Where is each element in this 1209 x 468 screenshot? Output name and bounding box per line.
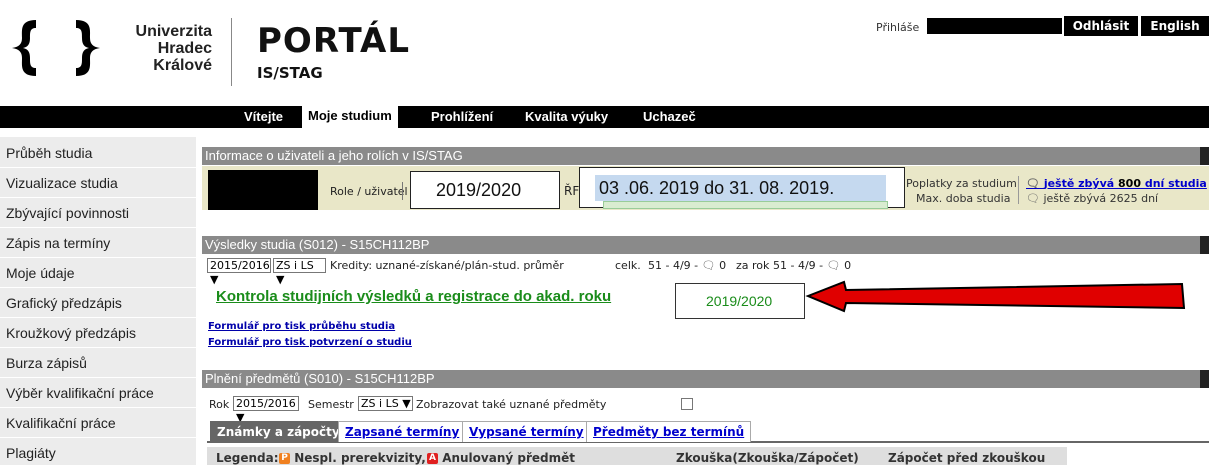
- chat-icon: 🗨: [1026, 192, 1040, 205]
- english-language-button[interactable]: English: [1141, 16, 1209, 36]
- sidebar-item-zbyvajici-povinnosti[interactable]: Zbývající povinnosti: [0, 199, 196, 228]
- sidebar-item-burza-zapisu[interactable]: Burza zápisů: [0, 349, 196, 378]
- show-recognized-checkbox[interactable]: [681, 398, 693, 410]
- semester-label: Semestr: [308, 398, 354, 411]
- help-icon[interactable]: [1200, 147, 1209, 165]
- university-name-line2: Hradec: [157, 40, 212, 57]
- column-header-credit: Zápočet před zkouškou: [888, 451, 1046, 465]
- print-study-progress-link[interactable]: Formulář pro tisk průběhu studia: [208, 321, 395, 332]
- fees-value-suffix: dní studia: [1140, 177, 1207, 190]
- chat-icon: 🗨: [701, 259, 716, 272]
- red-arrow-annotation-icon: [805, 280, 1186, 313]
- university-logo-braces-icon: [12, 20, 100, 76]
- total-value-text: 51 - 4/9 -: [648, 259, 702, 272]
- header-divider: [231, 18, 232, 86]
- tab-znamky-a-zapocty[interactable]: Známky a zápočty: [210, 421, 347, 442]
- max-duration-text: ještě zbývá 2625 dní: [1043, 192, 1159, 205]
- max-duration-value: 🗨 ještě zbývá 2625 dní: [1026, 192, 1158, 205]
- per-year-value: 51 - 4/9 - 🗨 0: [773, 259, 851, 272]
- nav-item-moje-studium[interactable]: Moje studium: [302, 104, 398, 128]
- print-study-confirmation-link[interactable]: Formulář pro tisk potvrzení o studiu: [208, 337, 412, 348]
- total-label: celk.: [615, 259, 641, 272]
- sidebar-item-moje-udaje[interactable]: Moje údaje: [0, 259, 196, 288]
- tab-predmety-bez-terminu[interactable]: Předměty bez termínů: [586, 421, 752, 442]
- redacted-username: [927, 18, 1062, 34]
- logged-in-label: Přihláše: [876, 21, 920, 34]
- fees-value-prefix: ještě zbývá: [1043, 177, 1119, 190]
- portal-title: PORTÁL: [257, 21, 411, 61]
- subjects-panel-header: Plnění předmětů (S010) - S15CH112BP: [202, 370, 1209, 388]
- role-fragment-text: ŘF: [564, 184, 580, 198]
- total-value: 51 - 4/9 - 🗨 0: [648, 259, 726, 272]
- results-panel-title: Výsledky studia (S012) - S15CH112BP: [205, 237, 430, 252]
- help-icon[interactable]: [1200, 236, 1209, 254]
- university-name-line3: Králové: [153, 57, 212, 74]
- academic-year-overlay: 2019/2020: [410, 171, 560, 209]
- subjects-panel-title: Plnění předmětů (S010) - S15CH112BP: [205, 371, 435, 386]
- chevron-down-icon: ▼: [402, 397, 411, 410]
- logout-button[interactable]: Odhlásit: [1064, 16, 1138, 36]
- nav-item-prohlizeni[interactable]: Prohlížení: [431, 106, 493, 128]
- max-duration-label: Max. doba studia: [916, 192, 1011, 205]
- tab-zapsane-terminy[interactable]: Zapsané termíny: [338, 421, 467, 442]
- portal-subtitle: IS/STAG: [257, 64, 323, 82]
- info-panel-title: Informace o uživateli a jeho rolích v IS…: [205, 148, 463, 163]
- nav-item-uchazec[interactable]: Uchazeč: [643, 106, 696, 128]
- results-year-select[interactable]: 2015/2016 ▼: [207, 258, 271, 286]
- fees-label: Poplatky za studium: [906, 177, 1017, 190]
- legend-label: Legenda:: [216, 451, 279, 465]
- green-status-strip: [603, 201, 888, 209]
- fees-value-bold: 800: [1118, 177, 1141, 190]
- legend-annulled: A Anulovaný předmět: [427, 451, 575, 465]
- sidebar-item-graficky-predzapis[interactable]: Grafický předzápis: [0, 289, 196, 318]
- subjects-year-label: Rok: [209, 398, 230, 411]
- legend-prereq: P Nespl. prerekvizity,: [279, 451, 426, 465]
- legend-annulled-text: Anulovaný předmět: [442, 451, 575, 465]
- role-separator: [402, 182, 403, 200]
- total-zero: 0: [719, 259, 727, 272]
- show-recognized-label: Zobrazovat také uznané předměty: [416, 398, 607, 411]
- sidebar-item-prubeh-studia[interactable]: Průběh studia: [0, 139, 196, 168]
- role-label: Role / uživatel: [330, 185, 408, 198]
- university-name-line1: Univerzita: [135, 23, 212, 40]
- nav-item-kvalita-vyuky[interactable]: Kvalita výuky: [525, 106, 608, 128]
- chat-icon: 🗨: [1026, 177, 1040, 190]
- nav-item-vitejte[interactable]: Vítejte: [244, 106, 283, 128]
- sidebar-item-krouzkovy-predzapis[interactable]: Kroužkový předzápis: [0, 319, 196, 348]
- subjects-year-select[interactable]: 2015/2016 ▼: [233, 396, 299, 424]
- results-term-value: ZS i LS: [276, 259, 314, 272]
- sidebar-item-zapis-na-terminy[interactable]: Zápis na termíny: [0, 229, 196, 258]
- per-year-zero: 0: [844, 259, 852, 272]
- sidebar-item-vyber-kvalifikacni-prace[interactable]: Výběr kvalifikační práce: [0, 379, 196, 408]
- sidebar-item-vizualizace-studia[interactable]: Vizualizace studia: [0, 169, 196, 198]
- chevron-down-icon: ▼: [210, 273, 219, 286]
- per-year-value-text: 51 - 4/9 -: [773, 259, 827, 272]
- subjects-year-value: 2015/2016: [236, 397, 296, 410]
- sidebar-item-plagiaty[interactable]: Plagiáty: [0, 439, 196, 468]
- sidebar-item-kvalifikacni-prace[interactable]: Kvalifikační práce: [0, 409, 196, 438]
- registration-check-link[interactable]: Kontrola studijních výsledků a registrac…: [216, 288, 611, 305]
- prerequisite-icon: P: [279, 453, 290, 464]
- credits-label: Kredity: uznané-získané/plán-stud. průmě…: [330, 259, 564, 272]
- results-year-value: 2015/2016: [210, 259, 270, 272]
- semester-select[interactable]: ZS i LS ▼: [358, 396, 413, 411]
- academic-year-overlay-2: 2019/2020: [675, 283, 805, 319]
- chevron-down-icon: ▼: [276, 273, 285, 286]
- date-range-overlay: 03 .06. 2019 do 31. 08. 2019.: [595, 175, 886, 201]
- fees-separator: [1018, 176, 1019, 204]
- annulled-icon: A: [427, 453, 438, 464]
- results-panel-header: Výsledky studia (S012) - S15CH112BP: [202, 236, 1209, 254]
- results-term-select[interactable]: ZS i LS ▼: [273, 258, 326, 286]
- redacted-user-name: [208, 170, 318, 210]
- info-panel-header: Informace o uživateli a jeho rolích v IS…: [202, 147, 1209, 165]
- per-year-label: za rok: [736, 259, 770, 272]
- column-header-exam: Zkouška(Zkouška/Zápočet): [676, 451, 859, 465]
- semester-value: ZS i LS: [361, 397, 399, 410]
- legend-prereq-text: Nespl. prerekvizity,: [294, 451, 426, 465]
- tab-vypsane-terminy[interactable]: Vypsané termíny: [462, 421, 591, 442]
- help-icon[interactable]: [1200, 370, 1209, 388]
- university-name: Univerzita Hradec Králové: [112, 23, 212, 74]
- fees-remaining-link[interactable]: 🗨 ještě zbývá 800 dní studia: [1026, 177, 1207, 190]
- chat-icon: 🗨: [826, 259, 841, 272]
